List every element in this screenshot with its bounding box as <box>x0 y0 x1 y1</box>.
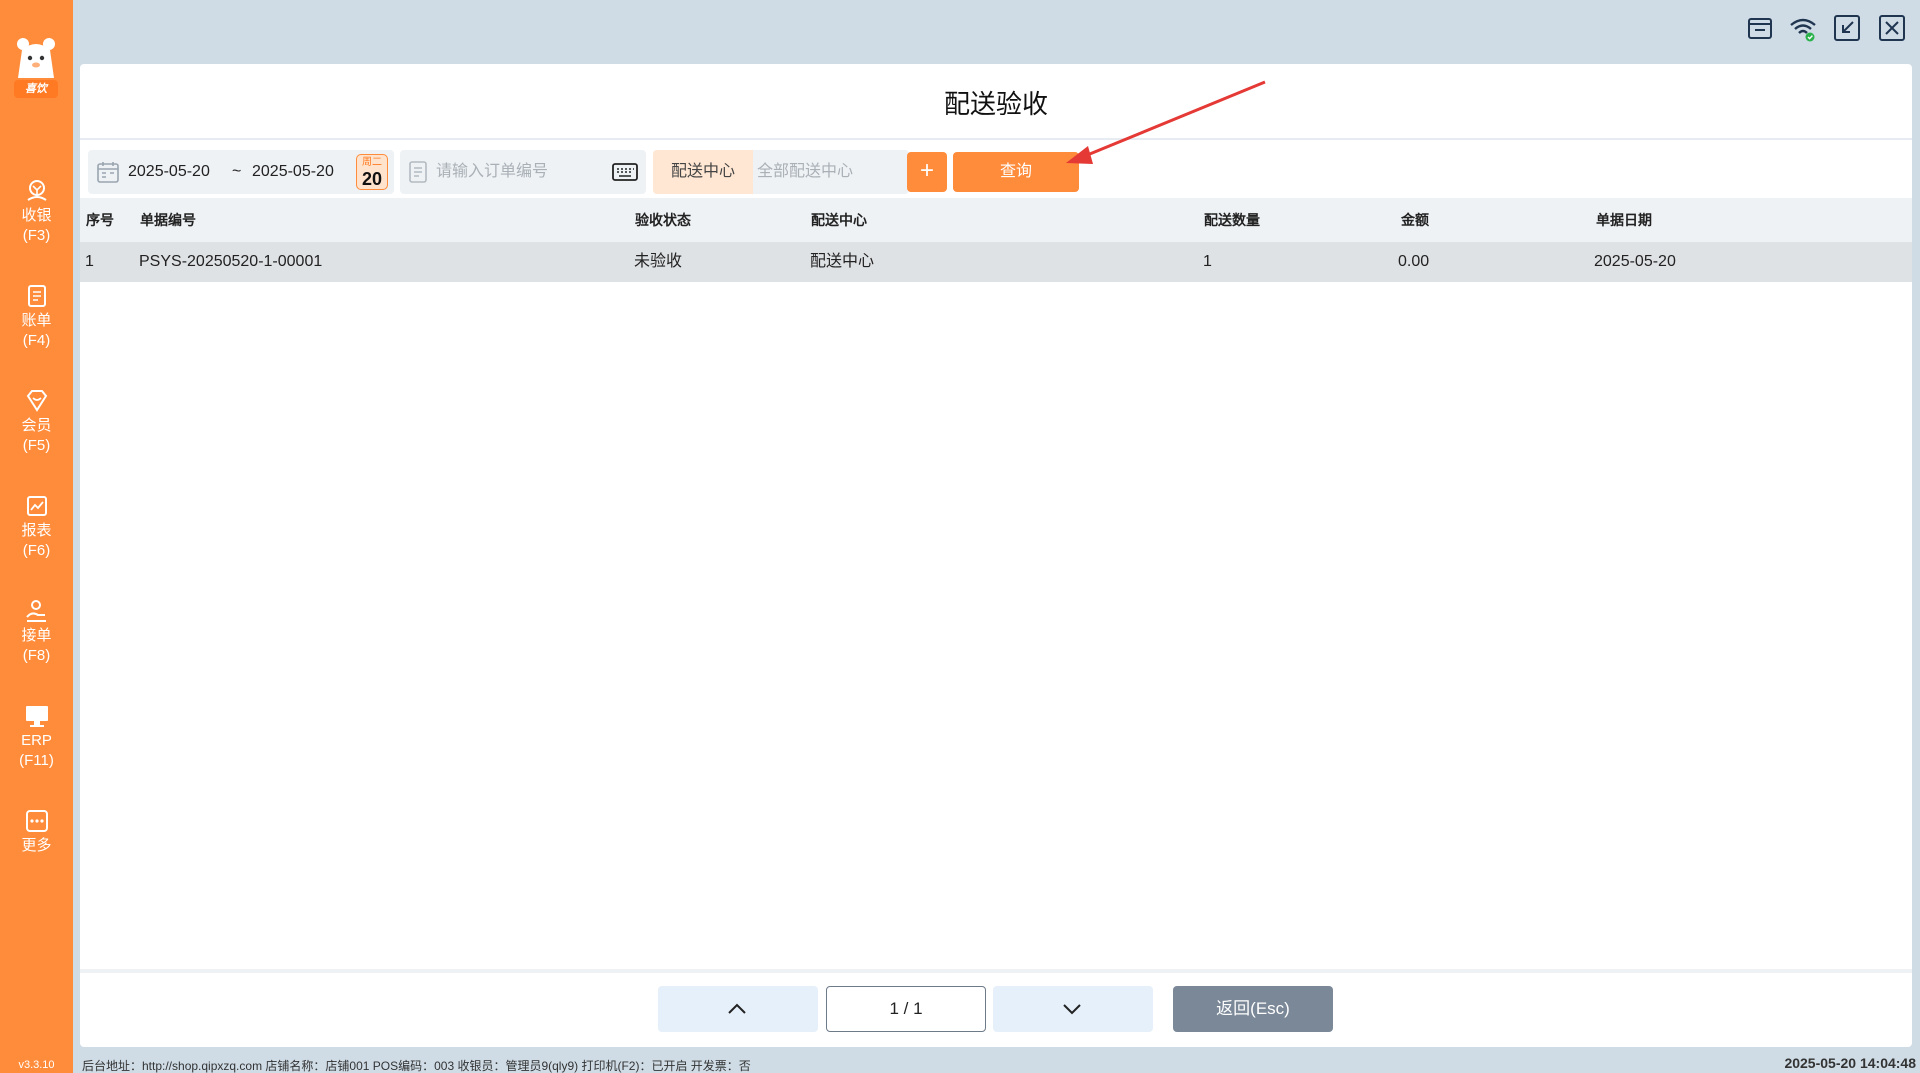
page-down-button[interactable] <box>993 986 1153 1032</box>
order-number-field[interactable] <box>400 150 646 194</box>
sidebar-item-key: (F3) <box>22 227 51 244</box>
wifi-icon <box>1790 18 1816 42</box>
add-center-button[interactable]: + <box>907 152 947 192</box>
sidebar-item-bill[interactable]: 账单 (F4) <box>0 283 73 351</box>
sidebar-item-label: 账单 <box>21 312 52 329</box>
cell-date: 2025-05-20 <box>1594 253 1676 270</box>
sidebar-item-key: (F11) <box>19 752 54 769</box>
chevron-up-icon <box>728 1003 746 1014</box>
date-separator: ~ <box>232 163 242 180</box>
keyboard-icon[interactable] <box>612 160 638 184</box>
sidebar-item-label: 收银 <box>21 207 52 224</box>
column-header: 单据编号 <box>140 212 196 228</box>
sidebar-item-cashier[interactable]: 收银 (F3) <box>0 178 73 246</box>
report-icon <box>26 496 47 516</box>
order-number-input[interactable] <box>436 156 606 188</box>
document-icon <box>409 161 427 183</box>
app-logo: 喜饮 <box>12 34 60 102</box>
shrink-icon <box>1834 15 1860 41</box>
close-icon <box>1879 15 1905 41</box>
date-end[interactable]: 2025-05-20 <box>252 150 334 194</box>
cell-quantity: 1 <box>1203 253 1212 270</box>
title-divider <box>80 138 1912 140</box>
main-panel: 配送验收 2025-05-20 ~ 2025-05-20 周二 20 配送中心 … <box>80 64 1912 1047</box>
today-badge[interactable]: 周二 20 <box>356 154 388 190</box>
sidebar-item-more[interactable]: 更多 <box>0 808 73 856</box>
chevron-down-icon <box>1063 1004 1081 1015</box>
column-header: 单据日期 <box>1596 212 1652 228</box>
column-header: 配送中心 <box>811 212 867 228</box>
sidebar-item-key: (F8) <box>22 647 51 664</box>
back-button[interactable]: 返回(Esc) <box>1173 986 1333 1032</box>
sidebar-item-member[interactable]: 会员 (F5) <box>0 388 73 456</box>
sidebar-item-key: (F4) <box>22 332 51 349</box>
store-icon <box>1748 18 1772 39</box>
wifi-button[interactable] <box>1788 14 1816 42</box>
page-up-button[interactable] <box>658 986 818 1032</box>
table-row[interactable]: 1 PSYS-20250520-1-00001 未验收 配送中心 1 0.00 … <box>80 242 1912 282</box>
cashier-icon <box>26 180 47 201</box>
more-icon <box>25 810 48 832</box>
shrink-button[interactable] <box>1833 14 1861 42</box>
sidebar-item-label: 报表 <box>21 522 52 539</box>
column-header: 配送数量 <box>1204 212 1260 228</box>
query-button[interactable]: 查询 <box>953 152 1079 192</box>
cell-status: 未验收 <box>634 253 683 270</box>
bear-logo-icon <box>17 38 55 78</box>
sidebar-item-key: (F5) <box>22 437 51 454</box>
app-version: v3.3.10 <box>18 1059 55 1071</box>
cell-doc-number: PSYS-20250520-1-00001 <box>139 253 323 270</box>
logo-text: 喜饮 <box>14 80 58 98</box>
cell-amount: 0.00 <box>1398 253 1430 270</box>
date-start[interactable]: 2025-05-20 <box>128 150 210 194</box>
calendar-icon <box>97 162 119 183</box>
sidebar: 喜饮 收银 (F3) 账单 (F4) 会员 (F5) 报表 (F6) 接单 (F… <box>0 0 73 1073</box>
sidebar-item-label: ERP <box>21 732 52 749</box>
cell-center: 配送中心 <box>810 253 875 270</box>
distribution-center-label: 配送中心 <box>653 150 753 194</box>
order-receive-icon <box>25 600 46 622</box>
sidebar-item-label: 接单 <box>21 627 52 644</box>
sidebar-item-report[interactable]: 报表 (F6) <box>0 493 73 561</box>
close-button[interactable] <box>1878 14 1906 42</box>
cell-index: 1 <box>85 253 94 270</box>
sidebar-item-key: (F6) <box>22 542 51 559</box>
bill-icon <box>27 285 46 307</box>
date-range-picker[interactable]: 2025-05-20 ~ 2025-05-20 周二 20 <box>88 150 394 194</box>
day-number: 20 <box>361 169 383 189</box>
sidebar-item-label: 会员 <box>21 417 52 434</box>
table-header: 序号 单据编号 验收状态 配送中心 配送数量 金额 单据日期 <box>80 198 1912 242</box>
footer-divider <box>80 969 1912 973</box>
page-title: 配送验收 <box>943 89 1048 119</box>
store-button[interactable] <box>1746 14 1774 42</box>
status-bar-clock: 2025-05-20 14:04:48 <box>1784 1055 1916 1071</box>
distribution-center-select[interactable]: 配送中心 全部配送中心 <box>653 150 909 194</box>
sidebar-item-label: 更多 <box>21 837 52 854</box>
column-header: 验收状态 <box>635 212 691 228</box>
erp-icon <box>25 706 48 727</box>
sidebar-item-order-receive[interactable]: 接单 (F8) <box>0 598 73 666</box>
column-header: 金额 <box>1401 212 1429 228</box>
member-icon <box>26 390 47 412</box>
weekday-label: 周二 <box>362 157 382 168</box>
status-bar-info: 后台地址：http://shop.qipxzq.com 店铺名称：店铺001 P… <box>82 1059 751 1073</box>
page-indicator: 1 / 1 <box>826 986 986 1032</box>
distribution-center-value[interactable]: 全部配送中心 <box>757 150 853 194</box>
sidebar-item-erp[interactable]: ERP (F11) <box>0 703 73 771</box>
column-header: 序号 <box>86 212 114 228</box>
